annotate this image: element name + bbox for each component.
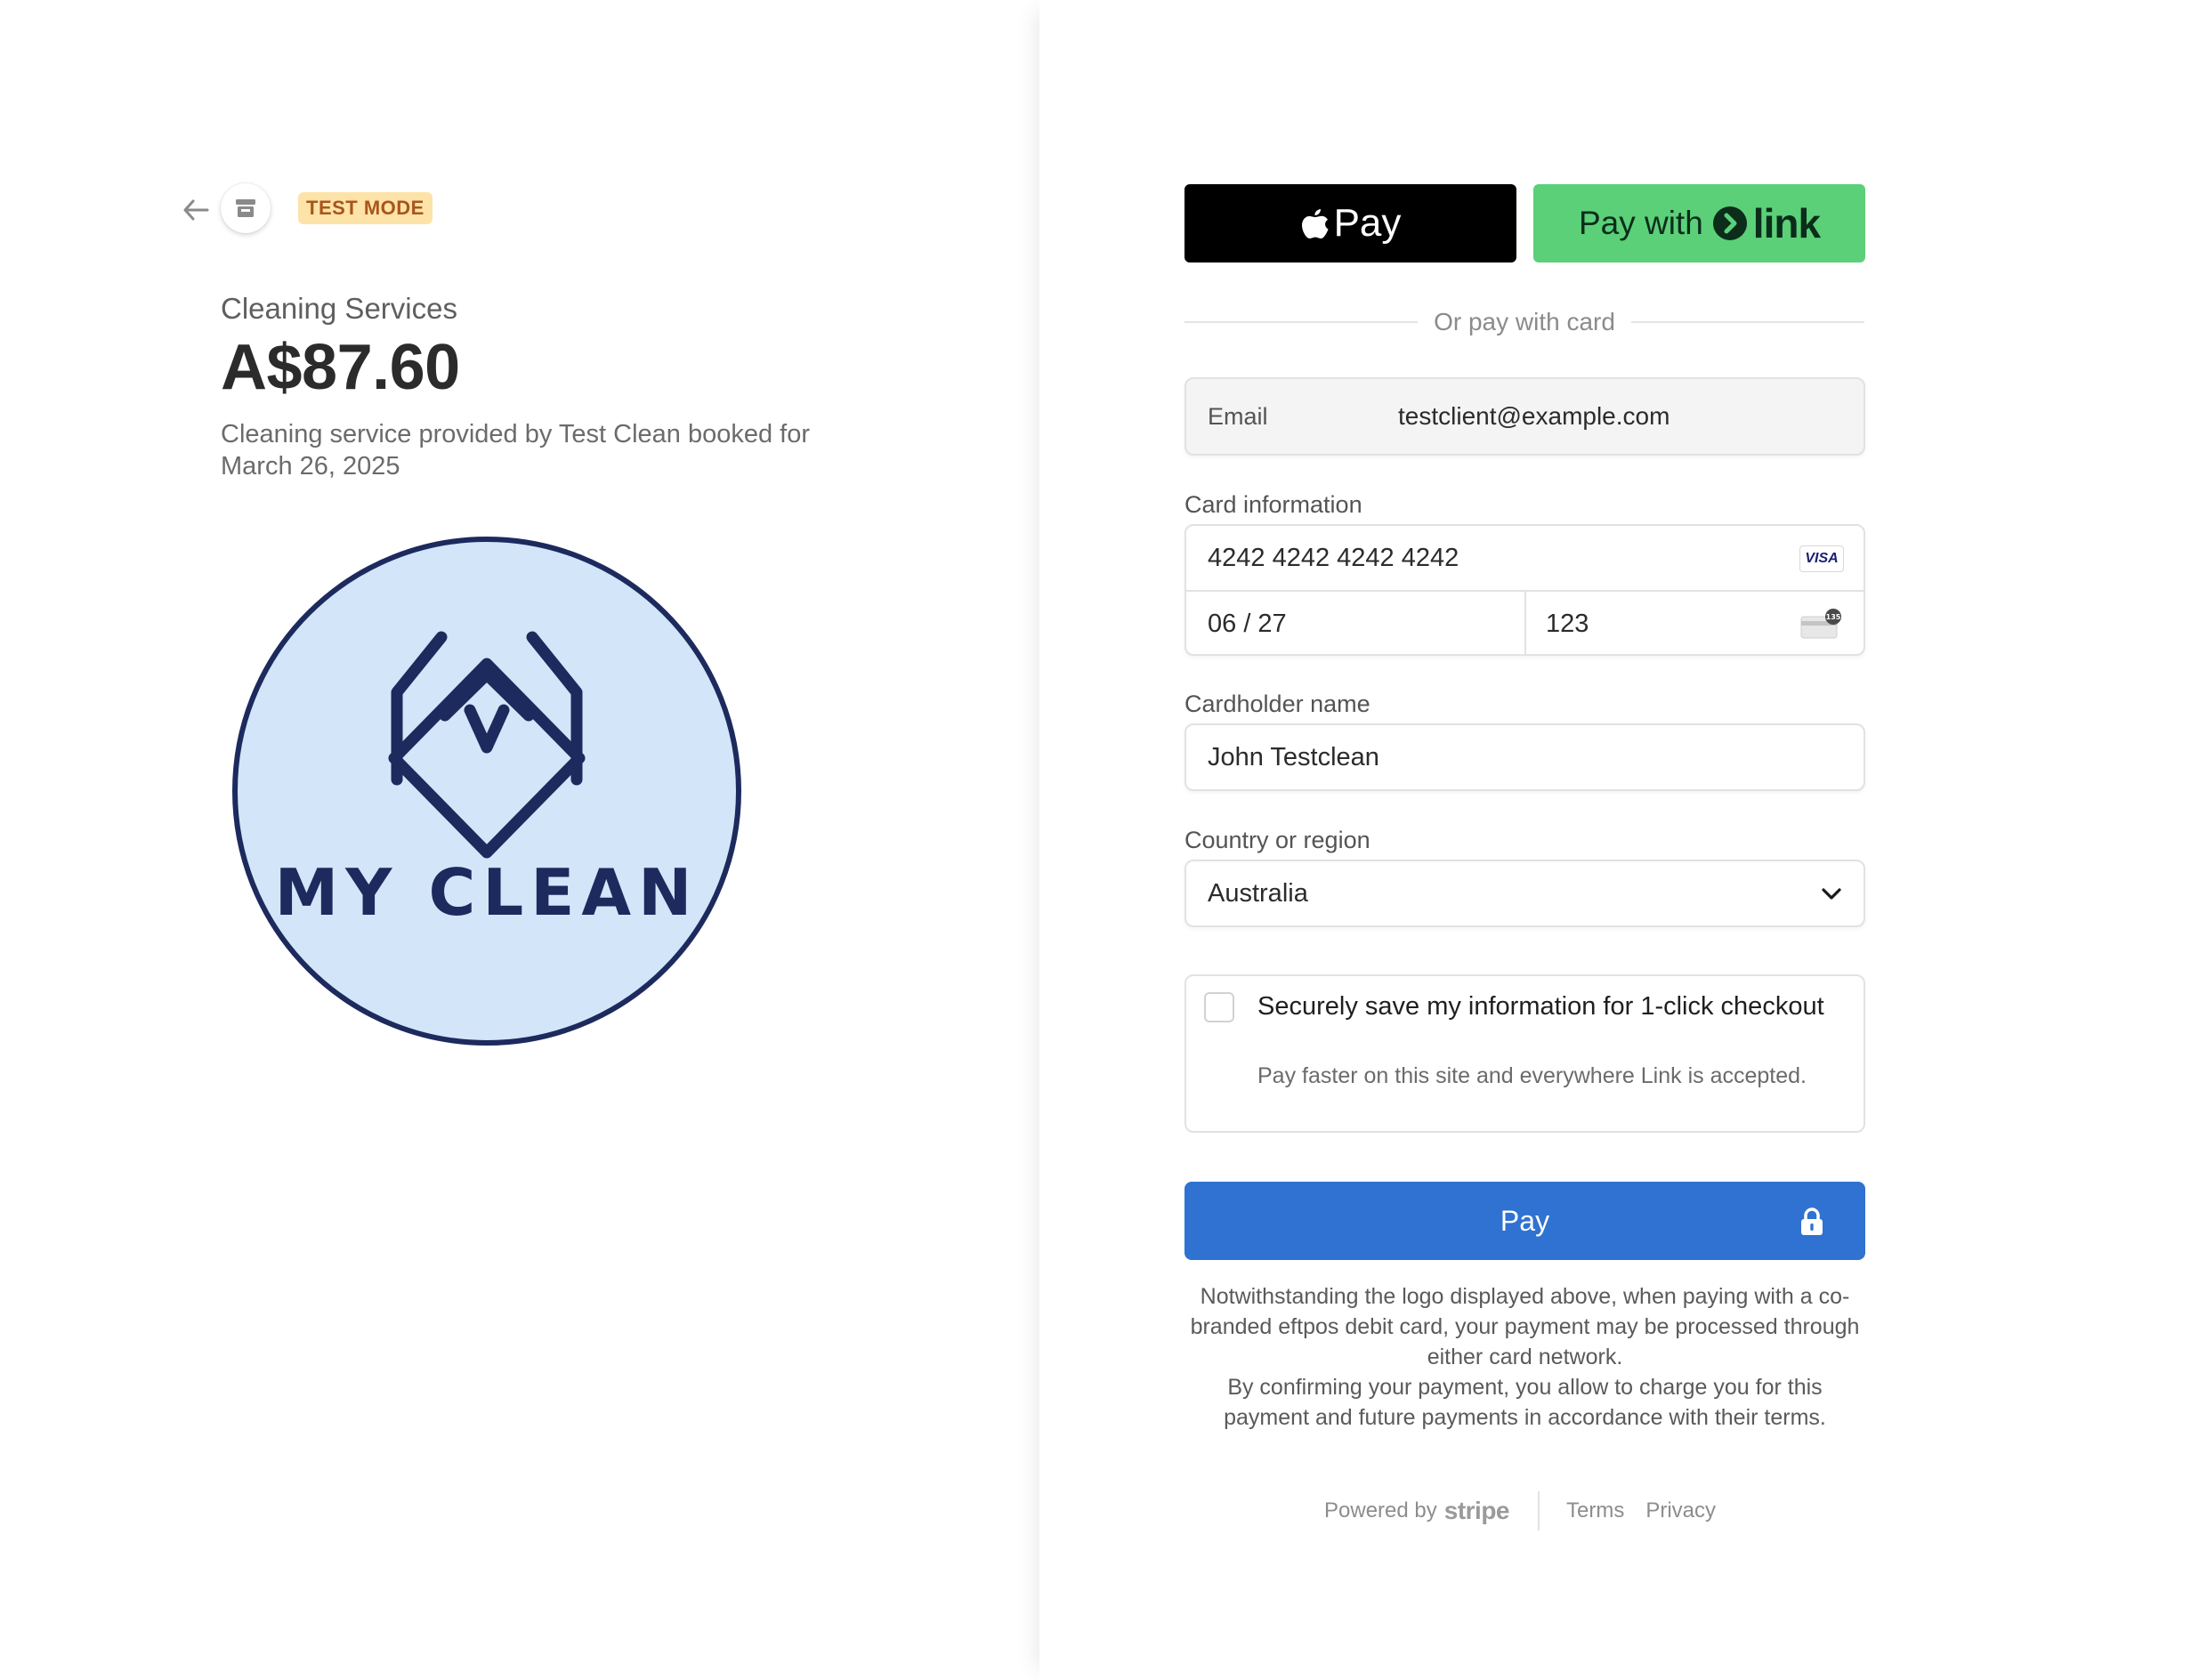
email-field[interactable]: Email testclient@example.com <box>1184 377 1865 456</box>
arrow-left-icon <box>183 199 209 221</box>
cvc-card-icon: 135 <box>1800 609 1841 639</box>
apple-pay-button[interactable]: Pay <box>1184 184 1516 262</box>
footer-separator <box>1538 1491 1540 1531</box>
powered-by-stripe[interactable]: Powered by stripe <box>1324 1497 1510 1525</box>
privacy-link[interactable]: Privacy <box>1645 1498 1716 1523</box>
divider-line-left <box>1184 321 1419 323</box>
legal-consent-text: By confirming your payment, you allow to… <box>1224 1375 1826 1430</box>
apple-logo-icon <box>1301 209 1329 238</box>
link-arrow-icon <box>1712 206 1747 240</box>
card-number-input[interactable]: 4242 4242 4242 4242 <box>1208 526 1459 590</box>
powered-by-text: Powered by <box>1324 1498 1437 1522</box>
card-expiry-input[interactable]: 06 / 27 <box>1208 592 1287 656</box>
pay-with-link-button[interactable]: Pay with link <box>1533 184 1865 262</box>
legal-notice: Notwithstanding the logo displayed above… <box>1184 1281 1865 1433</box>
save-info-panel: Securely save my information for 1-click… <box>1184 974 1865 1133</box>
terms-link[interactable]: Terms <box>1566 1498 1624 1523</box>
logo-wordmark: MY CLEAN <box>275 855 699 930</box>
link-wordmark: link <box>1752 200 1821 246</box>
product-logo-image: MY CLEAN <box>232 537 741 1046</box>
card-information-label: Card information <box>1184 491 1362 518</box>
email-label: Email <box>1208 403 1268 430</box>
product-summary-pane: TEST MODE Cleaning Services A$87.60 Clea… <box>0 0 1039 1680</box>
test-mode-badge: TEST MODE <box>298 192 433 224</box>
country-label: Country or region <box>1184 827 1370 853</box>
divider-line-right <box>1630 321 1865 323</box>
cardholder-name-label: Cardholder name <box>1184 691 1370 717</box>
card-col-divider <box>1524 590 1526 654</box>
or-divider: Or pay with card <box>1184 304 1865 340</box>
save-info-subtitle: Pay faster on this site and everywhere L… <box>1257 1063 1807 1088</box>
email-value[interactable]: testclient@example.com <box>1398 379 1670 454</box>
product-name: Cleaning Services <box>221 292 457 325</box>
cardholder-name-value[interactable]: John Testclean <box>1208 725 1379 789</box>
or-pay-with-card-text: Or pay with card <box>1434 308 1615 335</box>
product-description: Cleaning service provided by Test Clean … <box>221 420 811 481</box>
link-prefix-text: Pay with <box>1578 205 1703 241</box>
country-select[interactable]: Australia <box>1184 860 1865 927</box>
cardholder-name-field[interactable]: John Testclean <box>1184 723 1865 791</box>
save-info-checkbox[interactable] <box>1204 992 1234 1022</box>
lock-icon <box>1801 1208 1823 1235</box>
card-cvc-input[interactable]: 123 <box>1546 592 1589 656</box>
back-button[interactable] <box>178 194 214 226</box>
cvc-icon-number: 135 <box>1826 613 1841 621</box>
pay-button-label: Pay <box>1500 1204 1550 1237</box>
stripe-wordmark: stripe <box>1443 1497 1510 1524</box>
country-value: Australia <box>1208 879 1308 908</box>
product-price: A$87.60 <box>221 332 460 403</box>
pay-button[interactable]: Pay <box>1184 1182 1865 1260</box>
save-info-title: Securely save my information for 1-click… <box>1257 992 1824 1021</box>
card-information-group: 4242 4242 4242 4242 VISA 06 / 27 123 135 <box>1184 524 1865 656</box>
store-avatar[interactable] <box>221 183 271 233</box>
store-icon <box>236 199 255 217</box>
checkout-footer: Powered by stripe Terms Privacy <box>1324 1488 1737 1534</box>
express-checkout-row: Pay Pay with link <box>1184 184 1865 262</box>
chevron-down-icon <box>1822 888 1841 900</box>
apple-pay-label: Pay <box>1333 201 1402 245</box>
visa-icon: VISA <box>1799 545 1844 572</box>
legal-eftpos-text: Notwithstanding the logo displayed above… <box>1190 1284 1860 1369</box>
